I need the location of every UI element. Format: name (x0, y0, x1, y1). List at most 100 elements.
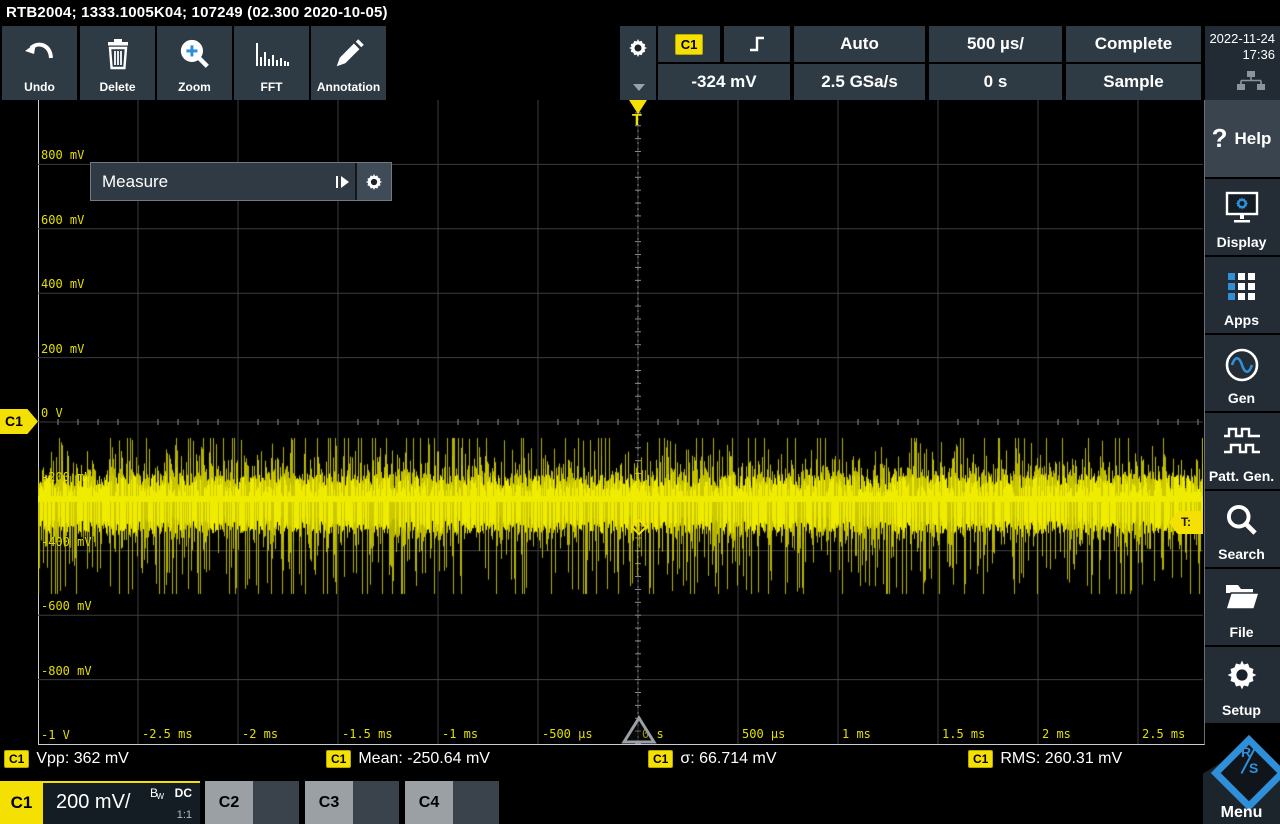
search-label: Search (1218, 546, 1265, 562)
gear-icon (365, 173, 383, 191)
channel1-tab[interactable]: C1 (0, 781, 43, 824)
time-value: 17:36 (1242, 47, 1275, 62)
acquisition-mode-cell[interactable]: Sample (1066, 64, 1201, 100)
annotation-button[interactable]: Annotation (311, 26, 386, 100)
apps-grid-icon (1203, 269, 1280, 301)
pattern-wave-icon (1203, 425, 1280, 457)
channel-badge: C1 (648, 750, 674, 768)
zoom-icon (157, 33, 232, 75)
coupling-label: DC (174, 786, 192, 800)
sidebar-item-menu[interactable]: R S Menu (1203, 734, 1280, 824)
trigger-mode-value: Auto (840, 34, 879, 53)
trigger-time-reference-icon (620, 715, 658, 745)
pencil-icon (311, 33, 386, 75)
horizontal-position-cell[interactable]: 0 s (929, 64, 1062, 100)
sidebar-item-display[interactable]: Display (1203, 179, 1280, 255)
undo-label: Undo (24, 80, 55, 94)
mean-value: Mean: -250.64 mV (358, 750, 490, 767)
logo-letter-s: S (1249, 760, 1259, 777)
folder-icon (1203, 581, 1280, 613)
bandwidth-sub: W (156, 792, 164, 801)
trigger-t-label: T (632, 112, 642, 129)
timebase-value: 500 µs/ (966, 34, 1025, 53)
date-value: 2022-11-24 (1209, 31, 1275, 46)
delete-button[interactable]: Delete (80, 26, 155, 100)
trigger-edge-cell[interactable] (724, 26, 790, 62)
trash-icon (80, 33, 155, 75)
measure-settings-button[interactable] (355, 163, 391, 200)
acquisition-status-value: Complete (1094, 34, 1173, 53)
sidebar-item-file[interactable]: File (1203, 569, 1280, 645)
horizontal-position-value: 0 s (983, 72, 1008, 91)
status-settings-button[interactable] (620, 26, 656, 100)
sidebar-item-setup[interactable]: Setup (1203, 647, 1280, 723)
sidebar-item-patt-gen[interactable]: Patt. Gen. (1203, 413, 1280, 489)
display-label: Display (1216, 234, 1267, 250)
channel2-tab[interactable]: C2 (205, 781, 299, 824)
measurement-3[interactable]: C1 σ: 66.714 mV (648, 747, 777, 771)
patt-gen-label: Patt. Gen. (1208, 468, 1275, 484)
channel2-panel (253, 781, 299, 824)
monitor-gear-icon (1203, 191, 1280, 225)
setup-gear-icon (1203, 659, 1280, 691)
channel-badge: C1 (326, 750, 352, 768)
measurement-1[interactable]: C1 Vpp: 362 mV (4, 747, 129, 771)
measure-popup-title[interactable]: Measure (91, 163, 311, 200)
measure-popup[interactable]: Measure (90, 162, 392, 201)
channel4-tab[interactable]: C4 (405, 781, 499, 824)
undo-icon (2, 33, 77, 75)
trigger-level-cell[interactable]: -324 mV (658, 64, 790, 100)
channel4-name: C4 (418, 793, 440, 811)
sidebar-item-apps[interactable]: Apps (1203, 257, 1280, 333)
apps-label: Apps (1224, 312, 1259, 328)
vpp-value: Vpp: 362 mV (36, 750, 129, 767)
fft-spectrum-icon (234, 33, 309, 75)
channel3-name: C3 (318, 793, 340, 811)
file-label: File (1229, 624, 1254, 640)
channel-badge: C1 (968, 750, 994, 768)
question-mark-icon: ? (1211, 123, 1228, 153)
chevron-down-icon (633, 84, 645, 91)
zoom-button[interactable]: Zoom (157, 26, 232, 100)
channel2-name: C2 (218, 793, 240, 811)
submenu-arrow-icon[interactable] (311, 163, 355, 200)
channel4-panel (453, 781, 499, 824)
sidebar-item-search[interactable]: Search (1203, 491, 1280, 567)
sine-generator-icon (1203, 347, 1280, 383)
channel1-marker-label: C1 (5, 413, 23, 429)
network-icon (1236, 70, 1266, 92)
sample-rate-value: 2.5 GSa/s (821, 72, 898, 91)
fft-button[interactable]: FFT (234, 26, 309, 100)
channel1-ground-marker[interactable]: C1 (0, 409, 38, 434)
undo-button[interactable]: Undo (2, 26, 77, 100)
acquisition-status-cell[interactable]: Complete (1066, 26, 1201, 62)
delete-label: Delete (99, 80, 136, 94)
trigger-mode-cell[interactable]: Auto (794, 26, 925, 62)
patt-gen-label-3: Gen (1227, 390, 1256, 406)
channel1-settings[interactable]: 200 mV/ B W DC 1:1 (43, 781, 200, 824)
trigger-level-tag-label: T: (1181, 515, 1191, 529)
measurement-2[interactable]: C1 Mean: -250.64 mV (326, 747, 490, 771)
trigger-source-cell[interactable]: C1 (658, 26, 720, 62)
acquisition-mode-value: Sample (1103, 72, 1164, 91)
sample-rate-cell[interactable]: 2.5 GSa/s (794, 64, 925, 100)
gear-icon (628, 38, 648, 58)
measurement-4[interactable]: C1 RMS: 260.31 mV (968, 747, 1122, 771)
channel1-scale: 200 mV/ (56, 791, 131, 813)
annotation-label: Annotation (316, 80, 381, 94)
sigma-value: σ: 66.714 mV (680, 750, 777, 767)
timebase-cell[interactable]: 500 µs/ (929, 26, 1062, 62)
channel1-name: C1 (10, 792, 33, 812)
rms-value: RMS: 260.31 mV (1000, 750, 1123, 767)
sidebar-item-help[interactable]: ? Help (1203, 100, 1280, 177)
fft-label: FFT (260, 80, 283, 94)
sidebar-item-gen[interactable]: Gen (1203, 335, 1280, 411)
datetime-panel[interactable]: 2022-11-24 17:36 (1205, 26, 1280, 100)
trigger-level-value: -324 mV (691, 72, 757, 91)
channel3-tab[interactable]: C3 (305, 781, 399, 824)
title-bar: RTB2004; 1333.1005K04; 107249 (02.300 20… (0, 0, 1280, 26)
oscilloscope-screen: RTB2004; 1333.1005K04; 107249 (02.300 20… (0, 0, 1280, 824)
channel-badge: C1 (4, 750, 30, 768)
channel-badge: C1 (674, 33, 704, 55)
probe-ratio: 1:1 (176, 809, 192, 821)
